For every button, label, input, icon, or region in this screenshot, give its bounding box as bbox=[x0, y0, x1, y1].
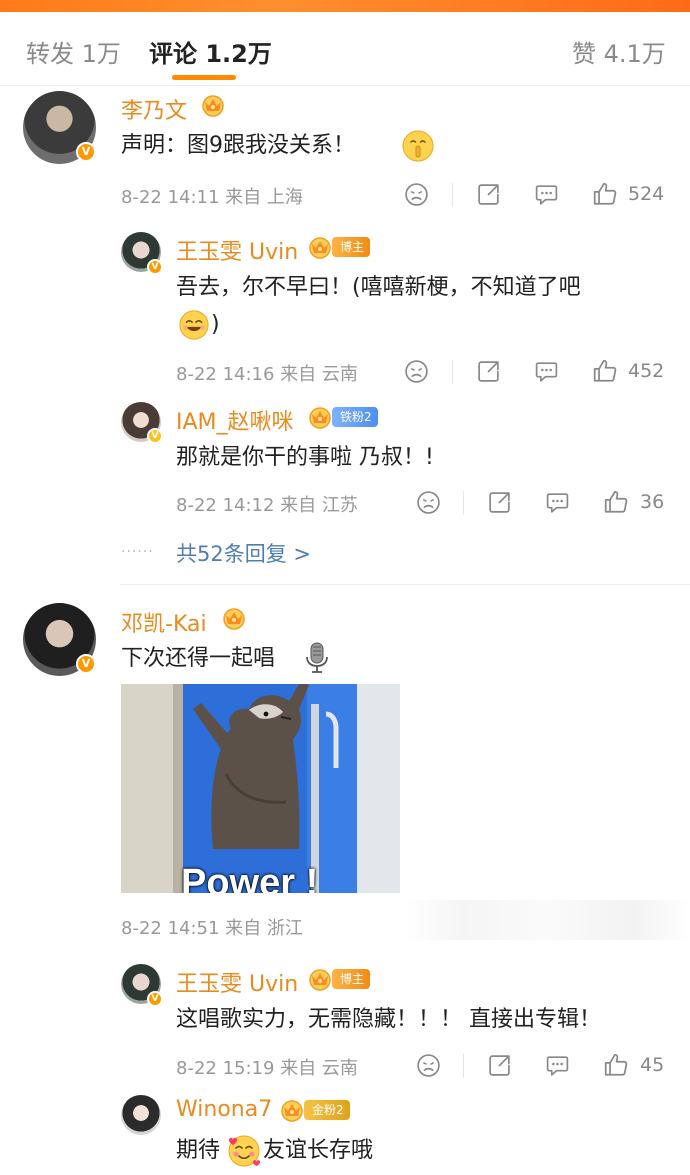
share-icon[interactable] bbox=[476, 182, 501, 207]
status-strip bbox=[0, 0, 690, 12]
comment-author[interactable]: 邓凯-Kai bbox=[121, 606, 207, 638]
like-icon[interactable] bbox=[603, 1052, 629, 1078]
more-replies-dots: ······ bbox=[121, 544, 154, 560]
reply-meta: 8-22 14:12 来自 江苏 bbox=[176, 495, 358, 516]
comment-icon[interactable] bbox=[545, 490, 570, 515]
image-caption: Power ! bbox=[181, 862, 319, 893]
verified-badge-icon: V bbox=[147, 428, 163, 444]
comment-icon[interactable] bbox=[534, 359, 559, 384]
like-count: 452 bbox=[628, 360, 665, 382]
active-tab-indicator bbox=[172, 75, 236, 80]
more-replies-link[interactable]: 共52条回复 > bbox=[176, 538, 311, 568]
separator bbox=[463, 491, 464, 515]
comment-author[interactable]: 李乃文 bbox=[121, 93, 187, 125]
action-bar-placeholder bbox=[405, 900, 690, 940]
separator bbox=[463, 1054, 464, 1078]
reply-meta: 8-22 15:19 来自 云南 bbox=[176, 1058, 358, 1079]
like-icon[interactable] bbox=[592, 358, 618, 384]
share-icon[interactable] bbox=[487, 1053, 512, 1078]
like-count: 524 bbox=[628, 183, 665, 205]
reply-author[interactable]: 王玉雯 Uvin bbox=[176, 234, 298, 266]
reply-author[interactable]: IAM_赵啾咪 bbox=[176, 404, 294, 436]
verified-badge-icon: V bbox=[147, 991, 163, 1007]
verified-badge-icon: V bbox=[76, 142, 96, 162]
comment-text: 声明：图9跟我没关系！ bbox=[121, 133, 355, 158]
dislike-icon[interactable] bbox=[416, 490, 441, 515]
love-emoji-icon bbox=[228, 1135, 260, 1167]
share-icon[interactable] bbox=[476, 359, 501, 384]
reply-author[interactable]: Winona7 bbox=[176, 1097, 272, 1122]
share-icon[interactable] bbox=[487, 490, 512, 515]
like-icon[interactable] bbox=[603, 489, 629, 515]
reply-meta: 8-22 14:16 来自 云南 bbox=[176, 364, 358, 385]
comment-icon[interactable] bbox=[545, 1053, 570, 1078]
shush-emoji-icon bbox=[402, 130, 434, 162]
reply-text: 那就是你干的事啦 乃叔！! bbox=[176, 445, 434, 470]
separator bbox=[452, 183, 453, 207]
reply-text: 吾去，尔不早曰！(嘻嘻新梗，不知道了吧 bbox=[176, 275, 581, 300]
smile-emoji-icon bbox=[179, 310, 209, 340]
like-icon[interactable] bbox=[592, 181, 618, 207]
comment-meta: 8-22 14:11 来自 上海 bbox=[121, 187, 303, 208]
crown-icon bbox=[305, 967, 335, 991]
reply-text: 友谊长存哦 bbox=[263, 1138, 374, 1163]
crown-icon bbox=[277, 1098, 307, 1122]
comment-text: 下次还得一起唱 bbox=[121, 646, 276, 671]
verified-badge-icon: V bbox=[76, 654, 96, 674]
like-count: 45 bbox=[640, 1054, 665, 1076]
crown-icon bbox=[219, 606, 249, 630]
avatar[interactable] bbox=[121, 1095, 161, 1135]
dislike-icon[interactable] bbox=[416, 1053, 441, 1078]
crown-icon bbox=[305, 405, 335, 429]
tab-bar: 转发 1万 评论 1.2万 赞 4.1万 bbox=[0, 12, 690, 86]
microphone-icon bbox=[306, 642, 328, 673]
status-badge: 铁粉2 bbox=[332, 407, 378, 427]
crown-icon bbox=[305, 235, 335, 259]
crown-icon bbox=[198, 93, 228, 117]
divider bbox=[120, 584, 690, 585]
dislike-icon[interactable] bbox=[404, 182, 429, 207]
comment-meta: 8-22 14:51 来自 浙江 bbox=[121, 918, 303, 939]
dislike-icon[interactable] bbox=[404, 359, 429, 384]
reply-text: 期待 bbox=[176, 1138, 221, 1163]
verified-badge-icon: V bbox=[147, 259, 163, 275]
comment-image[interactable]: Power ! bbox=[121, 684, 400, 893]
status-badge: 金粉2 bbox=[304, 1100, 350, 1120]
like-count: 36 bbox=[640, 491, 665, 513]
comment-icon[interactable] bbox=[534, 182, 559, 207]
reply-text: 这唱歌实力，无需隐藏！！！ 直接出专辑！ bbox=[176, 1007, 601, 1032]
tab-repost[interactable]: 转发 1万 bbox=[26, 34, 121, 69]
reply-author[interactable]: 王玉雯 Uvin bbox=[176, 966, 298, 998]
tab-likes[interactable]: 赞 4.1万 bbox=[572, 34, 666, 69]
tab-comments[interactable]: 评论 1.2万 bbox=[149, 34, 272, 69]
status-badge: 博主 bbox=[332, 969, 371, 989]
separator bbox=[452, 360, 453, 384]
reply-text: ) bbox=[211, 312, 220, 337]
status-badge: 博主 bbox=[332, 237, 371, 257]
